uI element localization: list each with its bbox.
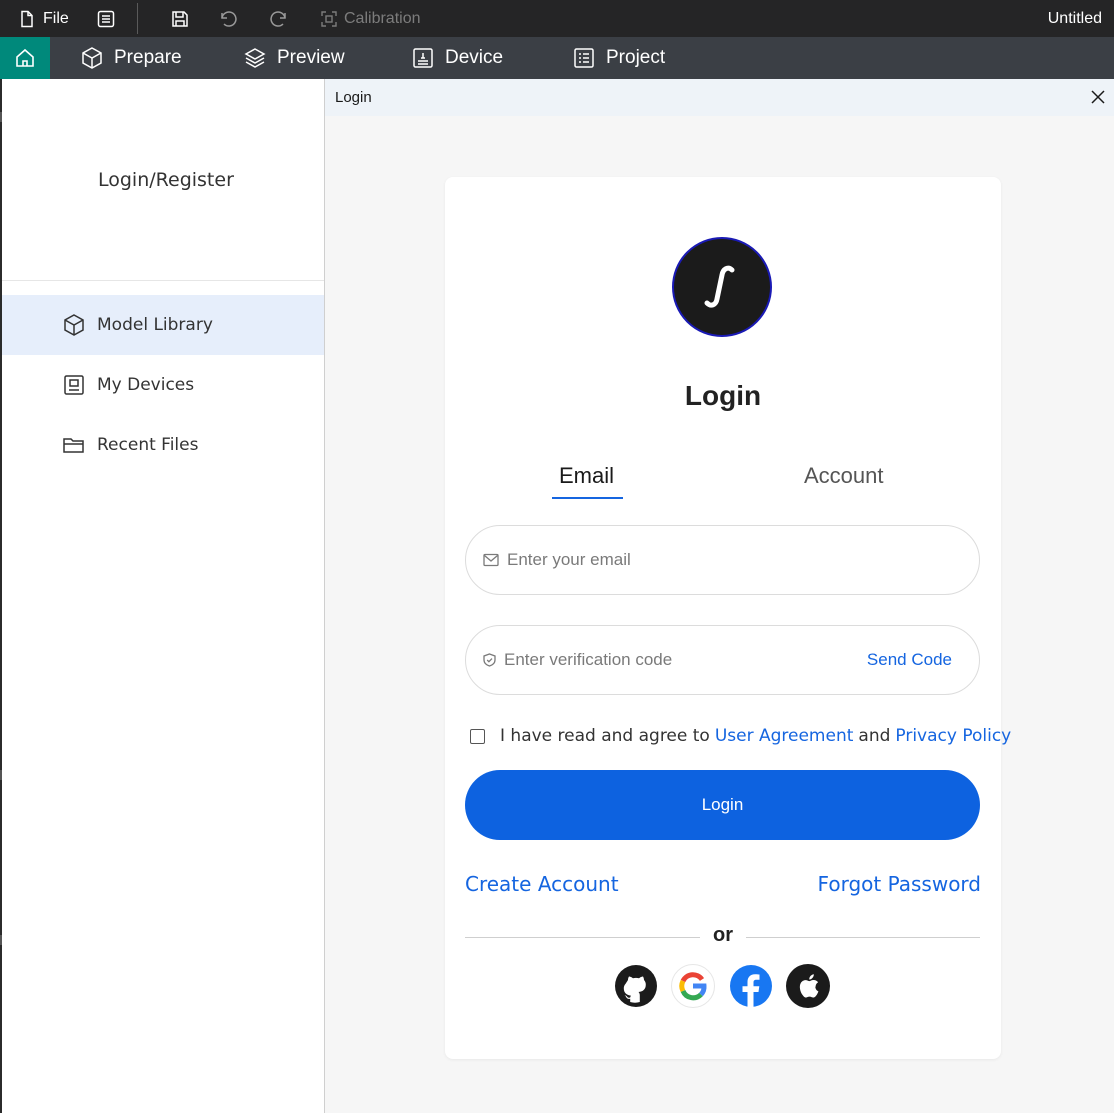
redo-button[interactable] <box>269 0 289 37</box>
tab-home[interactable] <box>0 37 50 79</box>
google-login-button[interactable] <box>671 964 715 1008</box>
agreement-and: and <box>858 726 891 746</box>
tab-prepare-label: Prepare <box>114 47 182 68</box>
titlebar-divider <box>137 3 138 34</box>
login-heading: Login <box>684 380 762 411</box>
home-sidebar: Login/Register Model Library My Devices … <box>0 79 326 1113</box>
sidebar-item-my-devices[interactable]: My Devices <box>2 355 326 415</box>
undo-icon <box>221 10 237 27</box>
privacy-policy-link[interactable]: Privacy Policy <box>895 726 1011 746</box>
email-input[interactable] <box>507 540 837 580</box>
cube-icon <box>64 314 84 336</box>
or-separator: or <box>713 924 733 946</box>
tab-preview-label: Preview <box>277 47 345 68</box>
divider-line <box>746 937 980 938</box>
tab-project-label: Project <box>606 47 666 68</box>
layers-icon <box>244 48 266 68</box>
email-field[interactable] <box>465 525 980 595</box>
login-button[interactable]: Login <box>465 770 980 840</box>
sidebar-item-label: Recent Files <box>97 435 199 455</box>
tab-email[interactable]: Email <box>559 463 614 489</box>
document-title: Untitled <box>1047 9 1102 27</box>
device-icon <box>413 48 433 68</box>
create-account-link[interactable]: Create Account <box>465 872 619 896</box>
tab-device[interactable]: Device <box>411 37 503 79</box>
github-login-button[interactable] <box>614 964 658 1008</box>
folder-icon <box>63 438 84 453</box>
google-icon <box>679 972 707 1001</box>
tab-prepare[interactable]: Prepare <box>80 37 182 79</box>
close-icon[interactable] <box>1089 88 1107 106</box>
title-bar: File Calibration Untitled <box>0 0 1114 37</box>
window-edge-mark <box>0 770 2 780</box>
verification-code-input[interactable] <box>504 640 834 680</box>
tab-preview[interactable]: Preview <box>243 37 345 79</box>
facebook-login-button[interactable] <box>729 964 773 1008</box>
shield-icon <box>483 653 496 667</box>
calibration-label: Calibration <box>344 9 421 27</box>
main-tab-bar: Prepare Preview Device Project <box>0 37 1114 79</box>
integral-logo-icon <box>704 265 735 308</box>
sidebar-item-label: Model Library <box>97 315 213 335</box>
window-edge-mark <box>0 112 2 122</box>
login-card: Login Email Account Send Code I have rea… <box>445 177 1011 1059</box>
redo-icon <box>270 10 286 27</box>
verification-code-field[interactable]: Send Code <box>465 625 980 695</box>
project-icon <box>574 48 594 68</box>
save-icon <box>172 10 188 27</box>
file-menu[interactable]: File <box>18 0 69 37</box>
dialog-header: Login <box>325 79 1114 116</box>
agreement-row: I have read and agree to User Agreement … <box>470 726 1011 746</box>
dialog-title: Login <box>335 89 372 106</box>
cube-icon <box>82 47 102 69</box>
device-icon <box>64 375 84 395</box>
login-dialog: Login Login Email Account Send Code I ha… <box>324 79 1114 1113</box>
login-register-link[interactable]: Login/Register <box>98 169 234 191</box>
home-icon <box>16 48 34 67</box>
tab-selected-indicator <box>552 497 623 499</box>
apple-login-button[interactable] <box>786 964 830 1008</box>
sidebar-item-recent-files[interactable]: Recent Files <box>2 415 326 475</box>
github-icon <box>615 965 657 1007</box>
undo-button[interactable] <box>218 0 238 37</box>
calibration-icon <box>321 10 337 27</box>
agreement-checkbox[interactable] <box>470 728 485 744</box>
mail-icon <box>483 553 499 567</box>
calibration-button[interactable]: Calibration <box>320 0 420 37</box>
tab-device-label: Device <box>445 47 504 68</box>
user-agreement-link[interactable]: User Agreement <box>715 726 854 746</box>
divider-line <box>465 937 700 938</box>
facebook-icon <box>730 965 772 1007</box>
window-edge-mark <box>0 935 2 945</box>
list-doc-icon <box>97 10 115 27</box>
sidebar-item-label: My Devices <box>97 375 195 395</box>
tab-account[interactable]: Account <box>804 463 884 489</box>
save-button[interactable] <box>170 0 190 37</box>
notes-button[interactable] <box>96 0 116 37</box>
forgot-password-link[interactable]: Forgot Password <box>818 872 981 896</box>
tab-project[interactable]: Project <box>572 37 665 79</box>
agreement-prefix: I have read and agree to <box>500 726 710 746</box>
apple-icon <box>799 974 819 998</box>
file-menu-label: File <box>43 9 69 27</box>
sidebar-divider <box>2 280 326 281</box>
app-logo <box>672 237 772 337</box>
send-code-button[interactable]: Send Code <box>867 650 952 670</box>
file-icon <box>21 10 33 27</box>
sidebar-item-model-library[interactable]: Model Library <box>2 295 326 355</box>
